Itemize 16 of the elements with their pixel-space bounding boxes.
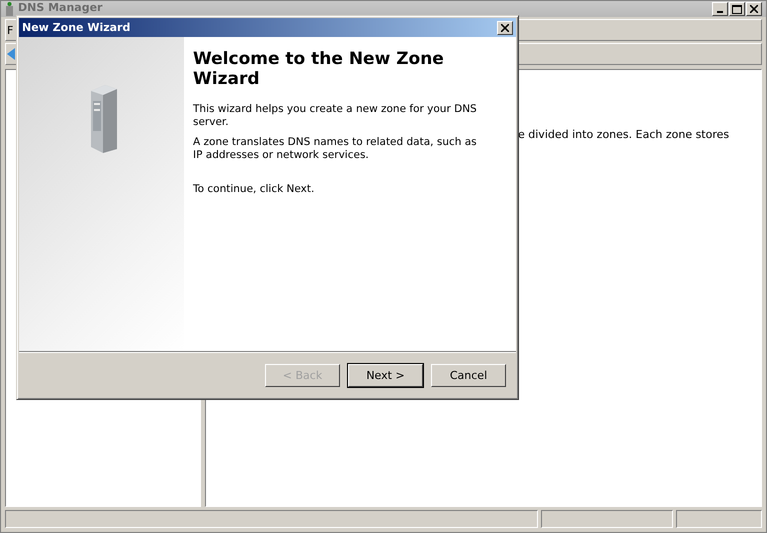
close-button[interactable]	[497, 20, 513, 34]
window-title: DNS Manager	[18, 2, 104, 14]
wizard-text: To continue, click Next.	[193, 183, 316, 196]
menu-item[interactable]: F	[7, 24, 14, 36]
maximize-icon	[732, 4, 742, 14]
close-button[interactable]	[746, 2, 762, 16]
maximize-button[interactable]	[729, 2, 745, 16]
close-icon	[501, 24, 509, 32]
dialog-title: New Zone Wizard	[22, 21, 132, 34]
minimize-button[interactable]	[712, 2, 728, 16]
wizard-heading: Welcome to the New Zone Wizard	[193, 49, 445, 89]
wizard-button[interactable]: Cancel	[431, 364, 506, 386]
wizard-text: A zone translates DNS names to related data, such as IP addresses or network services.	[193, 136, 478, 162]
close-icon	[750, 5, 758, 13]
wizard-button[interactable]: Next >	[348, 364, 423, 386]
wizard-text: This wizard helps you create a new zone for your DNS server.	[193, 103, 478, 129]
